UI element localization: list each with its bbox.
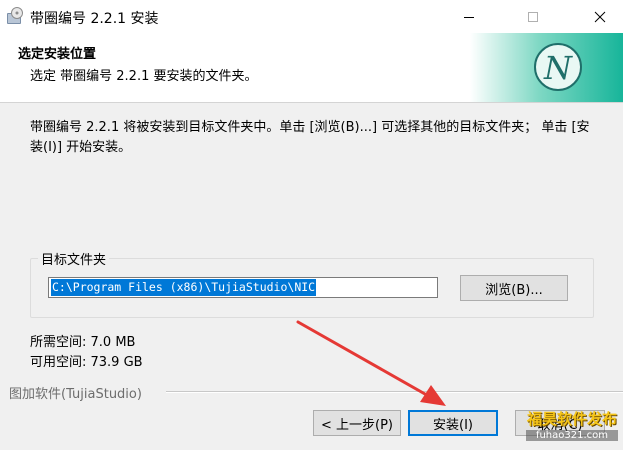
- maximize-button[interactable]: [510, 0, 556, 33]
- circle-n-logo-icon: N: [470, 33, 623, 102]
- back-button[interactable]: < 上一步(P): [313, 410, 401, 436]
- logo-letter: N: [543, 49, 573, 87]
- minimize-button[interactable]: [446, 0, 492, 33]
- destination-path-input[interactable]: C:\Program Files (x86)\TujiaStudio\NIC: [48, 277, 438, 298]
- window-title: 带圈编号 2.2.1 安装: [30, 11, 159, 27]
- minimize-icon: [464, 16, 474, 18]
- space-required: 所需空间: 7.0 MB: [30, 335, 136, 350]
- destination-group-label: 目标文件夹: [38, 249, 110, 268]
- install-button[interactable]: 安装(I): [408, 410, 498, 436]
- page-subtitle: 选定 带圈编号 2.2.1 要安装的文件夹。: [30, 69, 258, 84]
- installer-disc-icon: [7, 7, 23, 24]
- installer-window: 带圈编号 2.2.1 安装 选定安装位置 选定 带圈编号 2.2.1 要安装的文…: [0, 0, 623, 450]
- instructions-text: 带圈编号 2.2.1 将被安装到目标文件夹中。单击 [浏览(B)...] 可选择…: [30, 120, 590, 155]
- close-button[interactable]: [577, 0, 623, 33]
- destination-path-value: C:\Program Files (x86)\TujiaStudio\NIC: [51, 279, 317, 296]
- footer-divider: [166, 391, 623, 393]
- wizard-header: 选定安装位置 选定 带圈编号 2.2.1 要安装的文件夹。 N: [0, 33, 623, 103]
- maximize-icon: [528, 11, 538, 22]
- brand-label: 图加软件(TujiaStudio): [9, 387, 142, 402]
- close-icon: [594, 11, 606, 22]
- space-available: 可用空间: 73.9 GB: [30, 355, 143, 370]
- watermark-line1: 福昊软件发布: [526, 410, 617, 428]
- watermark-line2: fuhao321.com: [526, 430, 618, 441]
- browse-button[interactable]: 浏览(B)...: [460, 275, 568, 301]
- title-bar[interactable]: 带圈编号 2.2.1 安装: [0, 0, 623, 34]
- page-title: 选定安装位置: [18, 47, 97, 62]
- watermark: 福昊软件发布 fuhao321.com: [526, 408, 618, 446]
